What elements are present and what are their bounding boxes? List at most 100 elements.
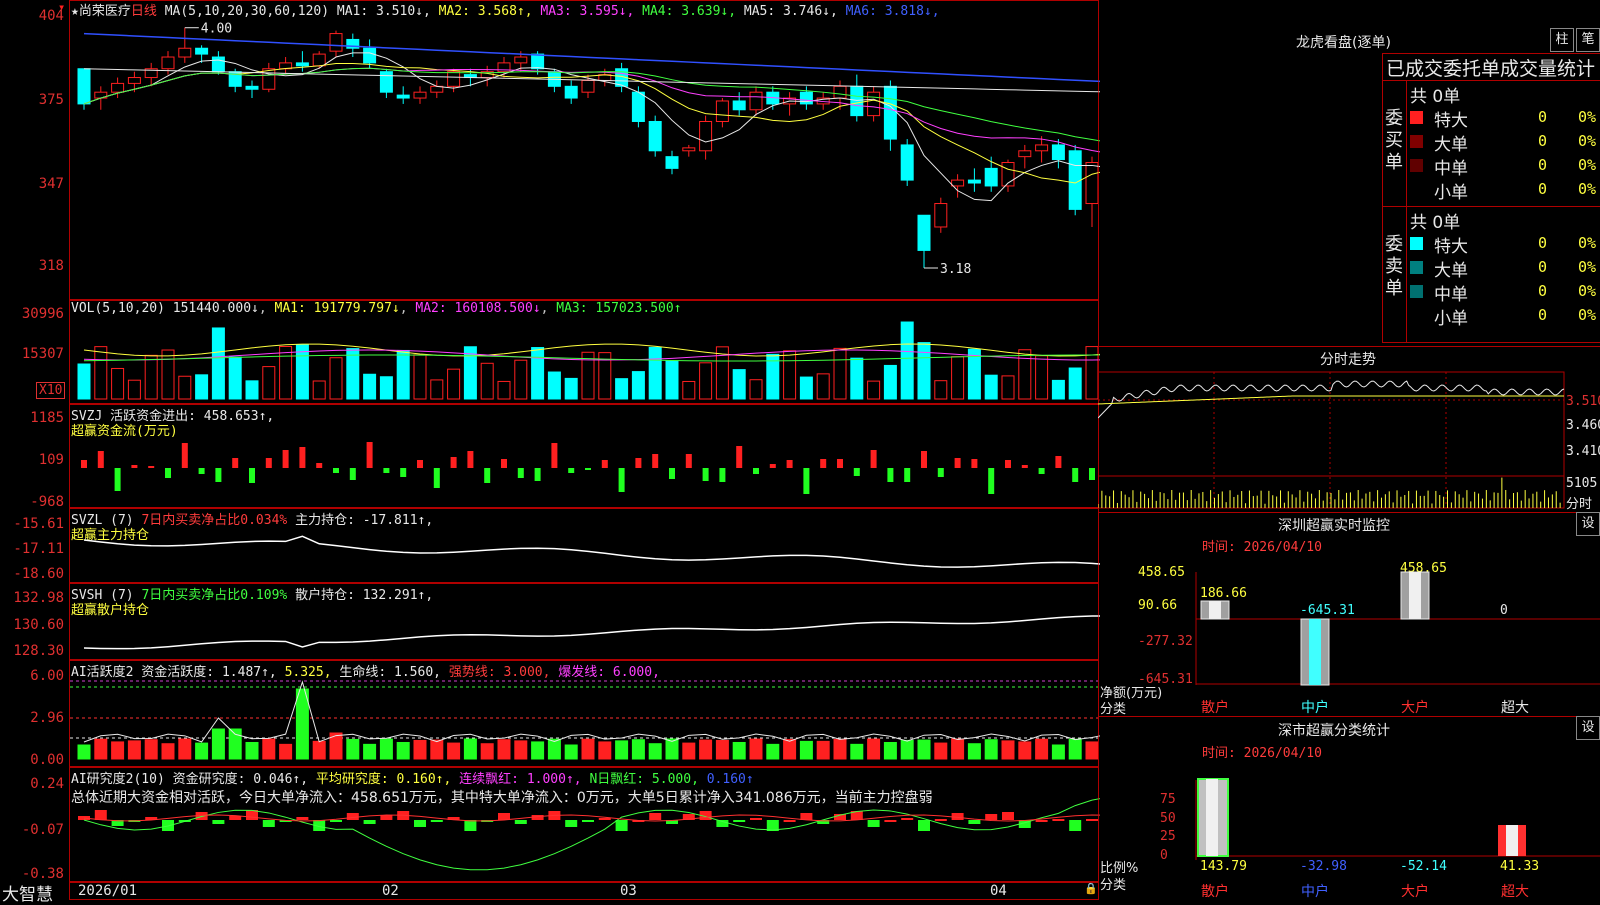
svzj-bar <box>971 459 978 468</box>
volume-bar <box>514 359 528 400</box>
ai-research-bar <box>1002 812 1014 820</box>
ai-research-bar <box>229 816 242 820</box>
svzj-bar <box>652 454 659 468</box>
ai-active-bar <box>127 740 141 760</box>
ai-research-bar <box>565 820 578 827</box>
ai-research-bar <box>598 818 611 820</box>
svzj-bar <box>232 458 239 468</box>
volume-bar <box>447 368 461 400</box>
ai-active-bar <box>161 743 175 760</box>
candle-body <box>396 94 410 99</box>
ai-active-bar <box>447 742 461 760</box>
svzl-line <box>83 535 1100 568</box>
svzj-bar <box>148 466 155 468</box>
svzj-bar <box>349 468 356 480</box>
svzj-bar <box>282 450 289 468</box>
candle-body <box>413 91 427 99</box>
volume-bar <box>262 366 276 400</box>
candle-body <box>295 62 309 67</box>
volume-bar <box>178 375 192 400</box>
candle-body <box>732 100 746 111</box>
svzj-bar <box>1089 468 1095 480</box>
svzj-bar <box>181 443 188 468</box>
sz-class-bar-highlight <box>1206 779 1218 856</box>
candle-body <box>699 120 713 152</box>
svzj-bar <box>702 468 709 481</box>
ai-active-bar <box>547 738 561 760</box>
ai-active-bar <box>699 739 713 760</box>
ai-research-bar <box>968 820 981 824</box>
candle-body <box>379 71 393 93</box>
candle-body <box>127 77 141 84</box>
ai-active-bar <box>564 744 578 760</box>
candle-body <box>211 56 225 73</box>
ai-active-bar <box>228 728 242 760</box>
ai-active-bar <box>1085 741 1099 760</box>
svzj-bar <box>753 468 759 474</box>
ai-active-bar <box>867 738 881 760</box>
svzj-bar <box>501 459 507 468</box>
svzj-bar <box>837 459 843 468</box>
ai-active-bar <box>900 739 914 760</box>
ai-research-bar <box>733 820 746 822</box>
volume-bar <box>94 346 108 400</box>
ai-research-bar <box>430 820 443 822</box>
chart-area[interactable]: ★尚荣医疗日线 MA(5,10,20,30,60,120) MA1: 3.510… <box>0 0 1100 905</box>
sz-monitor-bar-highlight <box>1409 572 1421 619</box>
volume-bar <box>279 346 293 400</box>
volume-bar <box>346 348 360 400</box>
volume-bar <box>883 364 897 400</box>
ai-active-bar <box>951 738 965 760</box>
ai-active-bar <box>967 743 981 760</box>
ai-active-bar <box>984 739 998 760</box>
ai-research-line <box>83 798 1100 871</box>
svzj-bar <box>433 468 440 488</box>
ai-active-bar <box>883 741 897 760</box>
timeshare-frame <box>1098 371 1565 509</box>
high-label: 4.00 <box>201 22 232 37</box>
svzj-bar <box>769 464 776 468</box>
ai-active-bar <box>262 738 276 760</box>
svzj-bar <box>988 468 995 494</box>
ai-active-bar <box>463 738 477 760</box>
candle-body <box>77 68 91 105</box>
candle-body <box>715 100 729 122</box>
candle-body <box>329 33 343 52</box>
ai-research-bar <box>1086 819 1098 821</box>
ai-active-bar <box>766 743 780 760</box>
volume-bar <box>245 380 259 400</box>
svzj-bar <box>870 450 877 468</box>
low-label: 3.18 <box>940 262 971 277</box>
svzj-bar <box>669 468 675 479</box>
svzj-bar <box>198 468 205 474</box>
candle-body <box>900 144 914 181</box>
ai-research-bar <box>498 813 510 820</box>
volume-bar <box>77 363 91 400</box>
ai-active-bar <box>245 741 259 760</box>
ai-research-bar <box>1035 820 1048 822</box>
volume-bar <box>430 379 444 400</box>
svzj-bar <box>1055 456 1062 468</box>
svzj-bar <box>249 468 255 483</box>
ai-active-bar <box>178 738 192 760</box>
ai-active-bar <box>111 741 125 760</box>
svzj-bar <box>786 460 793 468</box>
volume-bar <box>144 354 158 400</box>
candle-body <box>564 85 578 99</box>
volume-bar <box>211 327 225 400</box>
ai-active-bar <box>363 743 377 760</box>
volume-bar <box>951 356 965 400</box>
ai-research-bar <box>582 820 594 822</box>
svzj-bar <box>1021 465 1028 468</box>
volume-bar <box>1018 349 1032 400</box>
volume-bar <box>127 379 141 400</box>
volume-bar <box>1068 367 1082 400</box>
svzj-bar <box>803 468 810 494</box>
svzj-bar <box>417 460 423 468</box>
candle-body <box>1068 150 1082 210</box>
volume-bar <box>917 342 931 400</box>
svzj-bar <box>299 447 306 468</box>
svzj-bar <box>131 465 138 468</box>
ai-active-bar <box>1035 738 1049 760</box>
ai-active-bar <box>783 738 797 760</box>
